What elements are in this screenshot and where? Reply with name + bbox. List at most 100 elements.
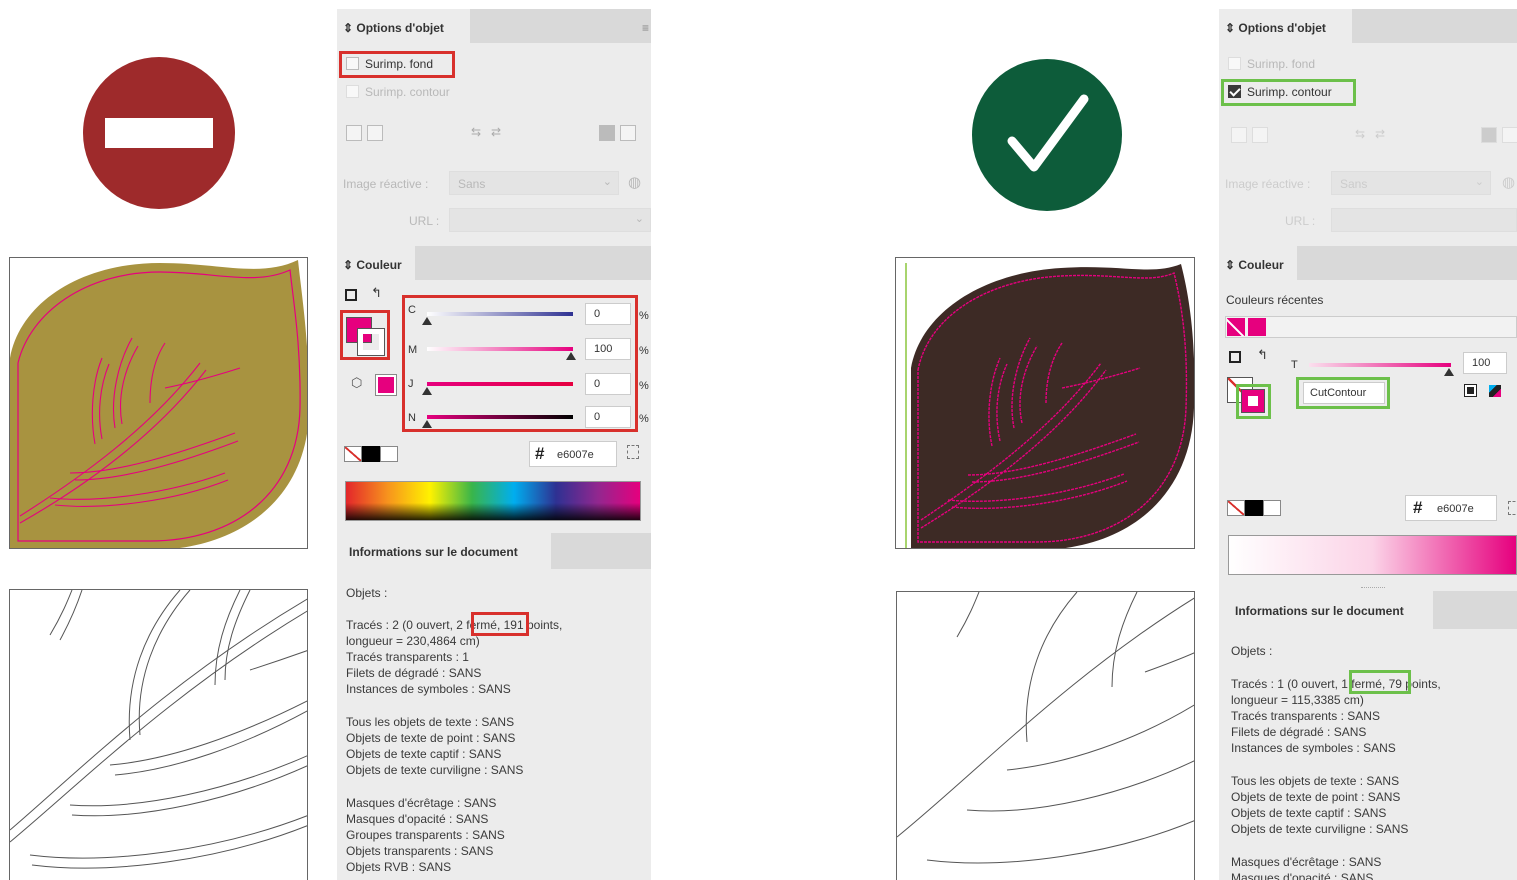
globe-icon[interactable]: ◍ (628, 173, 641, 191)
leaf-outline-preview-right (896, 591, 1195, 880)
highlight-box (339, 51, 455, 78)
white-swatch[interactable] (1263, 500, 1281, 516)
process-color-icon[interactable] (1489, 385, 1501, 397)
fill-rule-icon[interactable] (1481, 127, 1497, 143)
copy-hex-icon[interactable] (1508, 501, 1517, 515)
globe-icon[interactable]: ◍ (1502, 173, 1515, 191)
info-line: Masques d'écrêtage : SANS (346, 795, 497, 810)
resize-grip[interactable] (1361, 587, 1385, 589)
target-icon[interactable] (367, 125, 383, 141)
tab-document-info[interactable]: Informations sur le document (1219, 591, 1433, 629)
info-line: Filets de dégradé : SANS (1231, 725, 1367, 740)
tint-value[interactable]: 100 (1463, 352, 1507, 374)
non-printing-icon[interactable] (1231, 127, 1247, 143)
info-line: Tous les objets de texte : SANS (346, 714, 515, 729)
info-line: Objets de texte curviligne : SANS (346, 763, 524, 778)
info-line: Instances de symboles : SANS (1231, 741, 1396, 756)
highlight-box (1221, 79, 1356, 106)
hex-field[interactable]: # e6007e (529, 441, 617, 467)
swap-icon[interactable]: ↰ (1257, 347, 1268, 363)
hex-field[interactable]: # e6007e (1405, 495, 1497, 521)
default-colors-icon[interactable] (1229, 351, 1241, 363)
leaf-cutcontour-preview (895, 257, 1195, 549)
doc-info-title: Informations sur le document (349, 545, 518, 559)
none-swatch-icon[interactable] (1227, 500, 1245, 516)
black-swatch[interactable] (362, 446, 380, 462)
info-line: Objets de texte curviligne : SANS (1231, 822, 1409, 837)
leaf-filled-preview (9, 257, 308, 549)
image-reactive-label: Image réactive : (343, 177, 429, 191)
even-odd-icon[interactable] (620, 125, 636, 141)
info-lines: Tracés transparents : 1 Filets de dégradé… (346, 649, 523, 876)
object-options-title: Options d'objet (1238, 21, 1326, 35)
objects-label: Objets : (346, 586, 388, 600)
image-reactive-value: Sans (1340, 177, 1368, 191)
tab-color[interactable]: ⇕ Couleur (1219, 246, 1297, 280)
overprint-stroke-label: Surimp. contour (365, 85, 450, 99)
doc-info-title: Informations sur le document (1235, 604, 1404, 618)
spot-color-icon[interactable] (1464, 384, 1477, 397)
info-line: Masques d'opacité : SANS (346, 811, 489, 826)
recent-swatches-bar (1225, 316, 1517, 338)
reverse-direction-icon[interactable]: ⇄ (491, 125, 507, 141)
length-line: longueur = 115,3385 cm) (1231, 693, 1364, 707)
black-swatch[interactable] (1245, 500, 1263, 516)
chevron-down-icon: ⌄ (602, 176, 612, 188)
color-title: Couleur (356, 258, 402, 272)
recent-swatch-1[interactable] (1227, 318, 1245, 336)
fill-rule-icon[interactable] (599, 125, 615, 141)
checkbox-icon (346, 85, 359, 98)
tab-object-options[interactable]: ⇕ Options d'objet (337, 9, 470, 43)
tab-object-options[interactable]: ⇕ Options d'objet (1219, 9, 1352, 43)
target-icon[interactable] (1252, 127, 1268, 143)
recent-swatch-2[interactable] (1248, 318, 1266, 336)
hex-value: e6007e (1437, 503, 1474, 515)
non-printing-icon[interactable] (346, 125, 362, 141)
right-properties-panel: ⇕ Options d'objet Surimp. fond Surimp. c… (1219, 9, 1517, 880)
none-swatch-icon[interactable] (344, 446, 362, 462)
swap-icon[interactable]: ↰ (371, 285, 382, 301)
info-line: Groupes transparents : SANS (346, 828, 505, 843)
direction-icon[interactable]: ⇆ (1355, 127, 1371, 143)
overprint-fill-checkbox[interactable]: Surimp. fond (1228, 57, 1315, 71)
default-colors-icon[interactable] (345, 289, 357, 301)
tint-slider-thumb[interactable] (1444, 368, 1454, 376)
tint-slider[interactable] (1309, 363, 1451, 367)
left-properties-panel: ⇕ Options d'objet ≡ Surimp. fond Surimp.… (337, 9, 651, 880)
image-reactive-label: Image réactive : (1225, 177, 1311, 191)
image-reactive-select[interactable]: Sans ⌄ (449, 171, 619, 195)
tab-color[interactable]: ⇕ Couleur (337, 246, 415, 280)
checkbox-icon (1228, 57, 1241, 70)
menu-icon[interactable]: ≡ (642, 21, 649, 35)
info-line: Tracés transparents : 1 (346, 650, 469, 664)
info-line: Tous les objets de texte : SANS (1231, 773, 1400, 788)
highlight-box (402, 295, 638, 432)
url-select[interactable] (1331, 208, 1517, 232)
url-select[interactable]: ⌄ (449, 208, 651, 232)
tint-ramp[interactable] (1228, 535, 1517, 575)
tint-label: T (1291, 359, 1298, 371)
overprint-stroke-checkbox[interactable]: Surimp. contour (346, 85, 450, 99)
image-reactive-select[interactable]: Sans ⌄ (1331, 171, 1491, 195)
white-swatch[interactable] (380, 446, 398, 462)
tab-document-info[interactable]: Informations sur le document (337, 533, 551, 569)
copy-hex-icon[interactable] (627, 445, 639, 459)
highlight-box (340, 310, 390, 360)
objects-label: Objets : (1231, 644, 1273, 658)
cube-icon: ⬡ (351, 375, 363, 390)
info-lines: Tracés transparents : SANS Filets de dégr… (1231, 708, 1408, 880)
even-odd-icon[interactable] (1502, 127, 1517, 143)
info-line: Instances de symboles : SANS (346, 682, 511, 697)
color-spectrum[interactable] (345, 481, 641, 521)
url-label: URL : (1285, 214, 1316, 228)
leaf-outline-preview (9, 589, 308, 880)
direction-icon[interactable]: ⇆ (471, 125, 487, 141)
chevron-down-icon: ⌄ (634, 213, 644, 225)
reverse-direction-icon[interactable]: ⇄ (1375, 127, 1391, 143)
out-of-gamut-swatch[interactable] (375, 374, 397, 396)
info-line: Masques d'opacité : SANS (1231, 870, 1374, 880)
